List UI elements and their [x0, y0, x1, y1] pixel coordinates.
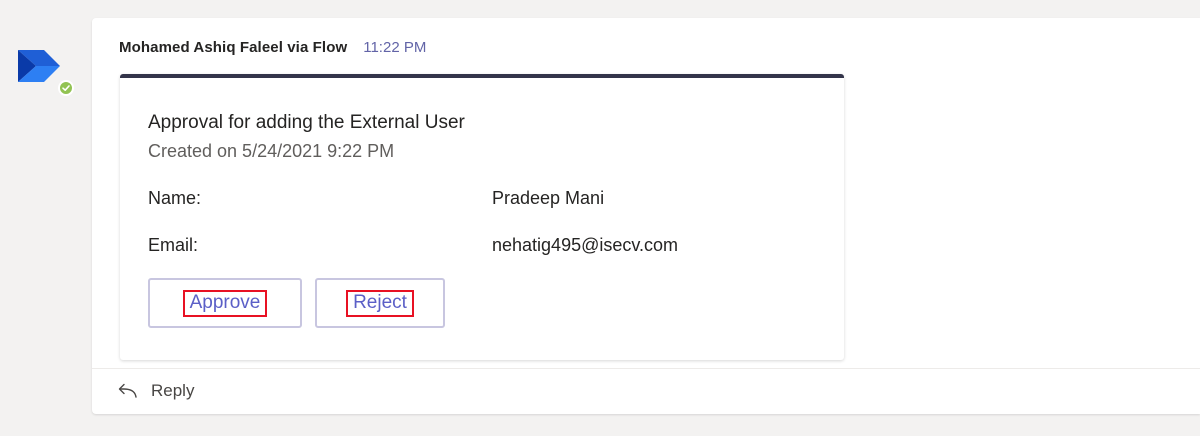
reject-button-label: Reject [346, 289, 414, 317]
reply-button[interactable]: Reply [92, 368, 1200, 414]
reply-arrow-icon [116, 381, 138, 401]
name-value: Pradeep Mani [492, 188, 605, 208]
card-subtitle: Created on 5/24/2021 9:22 PM [148, 141, 395, 161]
name-label: Name: [148, 188, 202, 208]
message-header: Mohamed Ashiq Faleel via Flow 11:22 PM [119, 39, 426, 59]
card-title: Approval for adding the External User [148, 112, 465, 133]
message-timestamp: 11:22 PM [363, 39, 427, 56]
approve-button[interactable]: Approve [148, 278, 302, 328]
approval-card: Approval for adding the External User Cr… [120, 74, 844, 360]
sender-name[interactable]: Mohamed Ashiq Faleel via Flow [119, 39, 347, 56]
reply-label: Reply [151, 381, 195, 400]
reject-button[interactable]: Reject [315, 278, 445, 328]
chat-stage: Mohamed Ashiq Faleel via Flow 11:22 PM A… [0, 0, 1200, 436]
chat-message: Mohamed Ashiq Faleel via Flow 11:22 PM A… [92, 18, 1200, 414]
presence-available-icon [58, 80, 74, 96]
email-value: nehatig495@isecv.com [492, 235, 679, 255]
approve-button-label: Approve [182, 289, 268, 317]
email-label: Email: [148, 235, 199, 255]
